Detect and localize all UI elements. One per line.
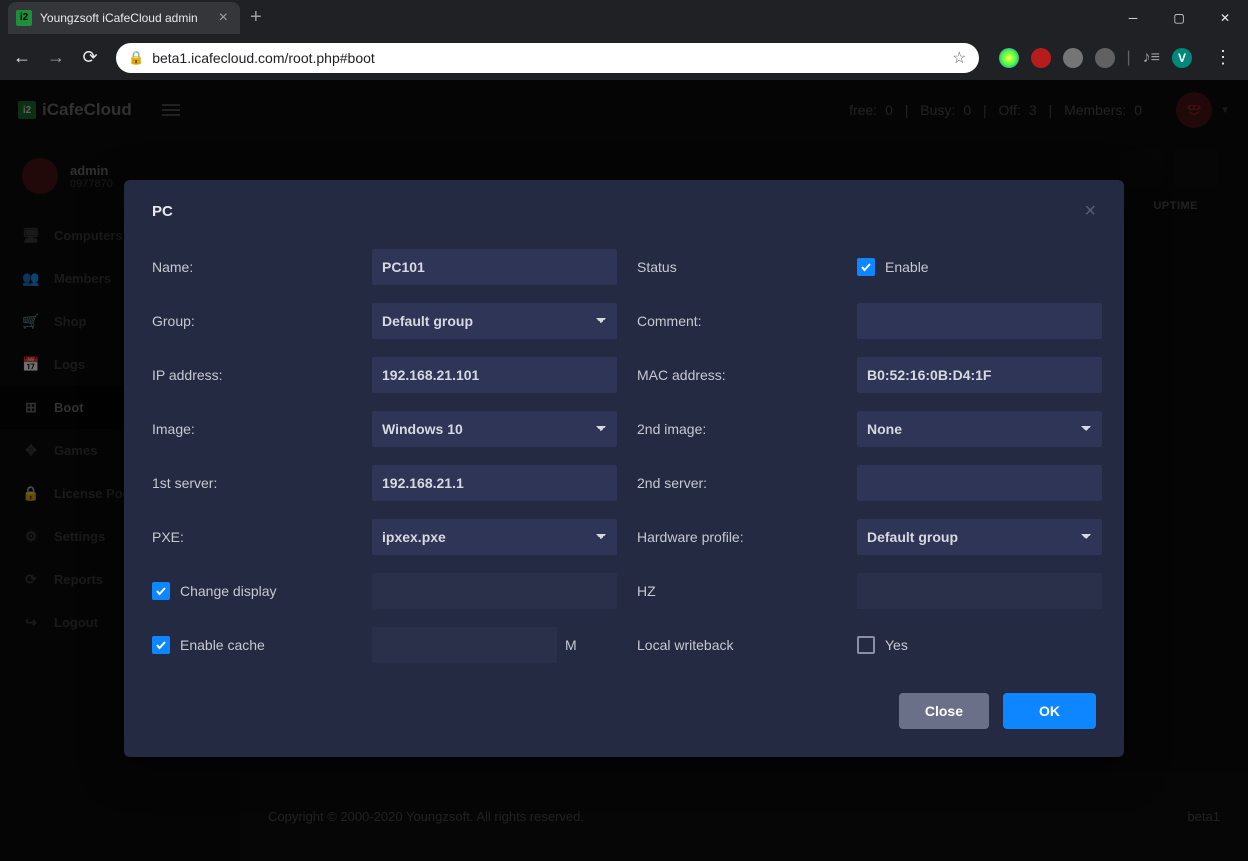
address-bar[interactable]: 🔒 beta1.icafecloud.com/root.php#boot ☆ <box>116 43 979 73</box>
lock-icon: 🔒 <box>128 50 144 66</box>
browser-toolbar: ← → ⟳ 🔒 beta1.icafecloud.com/root.php#bo… <box>0 35 1248 80</box>
browser-menu-button[interactable]: ⋮ <box>1206 47 1240 68</box>
tab-favicon: i2 <box>16 10 32 26</box>
modal-footer: Close OK <box>124 671 1124 757</box>
profile-avatar[interactable]: V <box>1172 48 1192 68</box>
bookmark-star-icon[interactable]: ☆ <box>952 48 966 68</box>
close-window-button[interactable]: ✕ <box>1202 2 1248 34</box>
image-select[interactable]: Windows 10 <box>372 411 617 447</box>
close-button[interactable]: Close <box>899 693 989 729</box>
extension-icon[interactable] <box>1031 48 1051 68</box>
maximize-button[interactable]: ▢ <box>1156 2 1202 34</box>
titlebar: i2 Youngzsoft iCafeCloud admin × + ─ ▢ ✕ <box>0 0 1248 35</box>
label-hz: HZ <box>637 583 837 599</box>
modal-body: Name: Status Enable Group: Default group… <box>124 233 1124 671</box>
cache-unit: M <box>565 637 577 653</box>
label-status: Status <box>637 259 837 275</box>
change-display-checkbox[interactable] <box>152 582 170 600</box>
tab-close-icon[interactable]: × <box>215 9 232 27</box>
hz-select[interactable] <box>857 573 1102 609</box>
mac-input[interactable] <box>857 357 1102 393</box>
extension-icon[interactable] <box>999 48 1019 68</box>
modal-close-icon[interactable]: × <box>1084 200 1096 223</box>
enable-checkbox[interactable] <box>857 258 875 276</box>
label-yes: Yes <box>885 637 908 653</box>
group-select[interactable]: Default group <box>372 303 617 339</box>
pc-modal: PC × Name: Status Enable Group: Default … <box>124 180 1124 757</box>
new-tab-button[interactable]: + <box>250 6 262 29</box>
app: i2 iCafeCloud free:0 | Busy:0 | Off:3 | … <box>0 80 1248 861</box>
label-change-display: Change display <box>180 583 277 599</box>
label-hw: Hardware profile: <box>637 529 837 545</box>
name-input[interactable] <box>372 249 617 285</box>
pxe-select[interactable]: ipxex.pxe <box>372 519 617 555</box>
local-writeback-checkbox[interactable] <box>857 636 875 654</box>
extension-icon[interactable] <box>1095 48 1115 68</box>
forward-button[interactable]: → <box>42 44 70 72</box>
label-enable-cache: Enable cache <box>180 637 265 653</box>
extension-icon[interactable] <box>1063 48 1083 68</box>
modal-title: PC <box>152 203 173 220</box>
window-controls: ─ ▢ ✕ <box>1110 2 1248 34</box>
label-comment: Comment: <box>637 313 837 329</box>
label-enable: Enable <box>885 259 929 275</box>
minimize-button[interactable]: ─ <box>1110 2 1156 34</box>
extension-icons: | ♪≡ V <box>991 48 1201 68</box>
label-image2: 2nd image: <box>637 421 837 437</box>
ip-input[interactable] <box>372 357 617 393</box>
cache-input[interactable] <box>372 627 557 663</box>
server2-input[interactable] <box>857 465 1102 501</box>
separator: | <box>1127 49 1131 67</box>
modal-header: PC × <box>124 180 1124 233</box>
tab-title: Youngzsoft iCafeCloud admin <box>40 11 215 25</box>
comment-input[interactable] <box>857 303 1102 339</box>
label-group: Group: <box>152 313 352 329</box>
image2-select[interactable]: None <box>857 411 1102 447</box>
enable-cache-checkbox[interactable] <box>152 636 170 654</box>
hw-select[interactable]: Default group <box>857 519 1102 555</box>
label-ip: IP address: <box>152 367 352 383</box>
url-text: beta1.icafecloud.com/root.php#boot <box>152 50 952 66</box>
server1-input[interactable] <box>372 465 617 501</box>
label-image: Image: <box>152 421 352 437</box>
browser-tab[interactable]: i2 Youngzsoft iCafeCloud admin × <box>8 2 240 34</box>
reload-button[interactable]: ⟳ <box>76 44 104 72</box>
label-mac: MAC address: <box>637 367 837 383</box>
ok-button[interactable]: OK <box>1003 693 1096 729</box>
browser-chrome: i2 Youngzsoft iCafeCloud admin × + ─ ▢ ✕… <box>0 0 1248 80</box>
label-server1: 1st server: <box>152 475 352 491</box>
label-pxe: PXE: <box>152 529 352 545</box>
label-local-writeback: Local writeback <box>637 637 837 653</box>
label-server2: 2nd server: <box>637 475 837 491</box>
media-icon[interactable]: ♪≡ <box>1143 49 1160 67</box>
label-name: Name: <box>152 259 352 275</box>
display-select[interactable] <box>372 573 617 609</box>
back-button[interactable]: ← <box>8 44 36 72</box>
